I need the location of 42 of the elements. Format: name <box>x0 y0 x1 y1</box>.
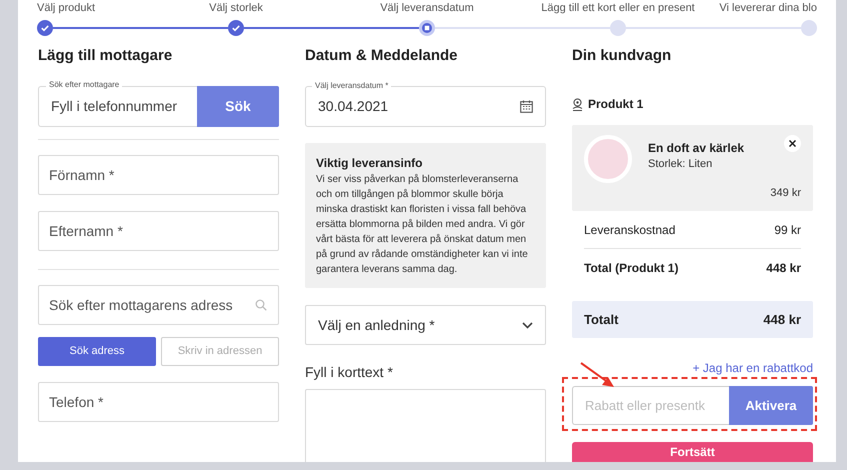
section-title: Din kundvagn <box>572 46 672 66</box>
total-amount: 448 kr <box>763 310 801 329</box>
summary-label: Leveranskostnad <box>584 222 676 238</box>
product-size: Storlek: Liten <box>648 157 714 171</box>
photo-placeholder <box>584 135 632 183</box>
info-text: Vi ser viss påverkan på blomsterleveranserna och om tillgången på blommor skulle börja minska drastiskt kan floristen i vissa fall behöva ersätta blommorna på bilden med andra. Vi gör vårt bästa för att leverera på önskat datum men på grund av rådande omständigheter kan vi inte garantera leverans samma dag. <box>316 173 529 277</box>
chevron-down-icon <box>522 322 533 328</box>
card-text-label: Fyll i korttext * <box>305 363 394 381</box>
info-title: Viktig leveransinfo <box>316 155 424 171</box>
search-icon <box>255 299 267 311</box>
search-button[interactable]: Sök <box>197 86 279 127</box>
product-name: En doft av kärlek <box>648 140 744 157</box>
discount-code-field[interactable]: Rabatt eller presentk <box>572 386 729 425</box>
date-value: 30.04.2021 <box>318 97 390 116</box>
summary-label: Total (Produkt 1) <box>584 260 678 276</box>
total-label: Totalt <box>584 310 618 329</box>
summary-amount: 448 kr <box>766 260 801 276</box>
product-heading: Produkt 1 <box>588 96 644 113</box>
step-label[interactable]: Välj produkt <box>37 2 96 15</box>
section-title: Lägg till mottagare <box>38 46 174 66</box>
field-label: Sök efter mottagare <box>46 79 122 90</box>
last-name-field[interactable]: Efternamn * <box>38 211 279 251</box>
section-title: Datum & Meddelande <box>305 46 459 66</box>
calendar-icon[interactable] <box>520 100 533 113</box>
address-mode-tab[interactable]: Sök adress <box>38 337 156 366</box>
close-icon <box>789 140 796 147</box>
address-search-field[interactable]: Sök efter mottagarens adress <box>38 285 279 325</box>
step-label[interactable]: Välj leveransdatum <box>380 2 474 15</box>
discount-link[interactable]: + Jag har en rabattkod <box>692 361 813 376</box>
reason-select[interactable]: Välj en anledning * <box>305 305 546 345</box>
step-label[interactable]: Vi levererar dina blo <box>719 2 817 15</box>
step-label[interactable]: Välj storlek <box>209 2 263 15</box>
step-label[interactable]: Lägg till ett kort eller en present <box>541 2 695 15</box>
summary-amount: 99 kr <box>774 222 801 238</box>
first-name-field[interactable]: Förnamn * <box>38 155 279 195</box>
continue-button[interactable]: Fortsätt <box>572 442 813 462</box>
card-text-field[interactable] <box>305 389 546 462</box>
field-label: Välj leveransdatum * <box>312 80 392 91</box>
close-button[interactable] <box>784 135 801 152</box>
activate-button[interactable]: Aktivera <box>729 386 813 425</box>
product-price: 349 kr <box>770 186 801 201</box>
phone-field[interactable]: Telefon * <box>38 382 279 422</box>
